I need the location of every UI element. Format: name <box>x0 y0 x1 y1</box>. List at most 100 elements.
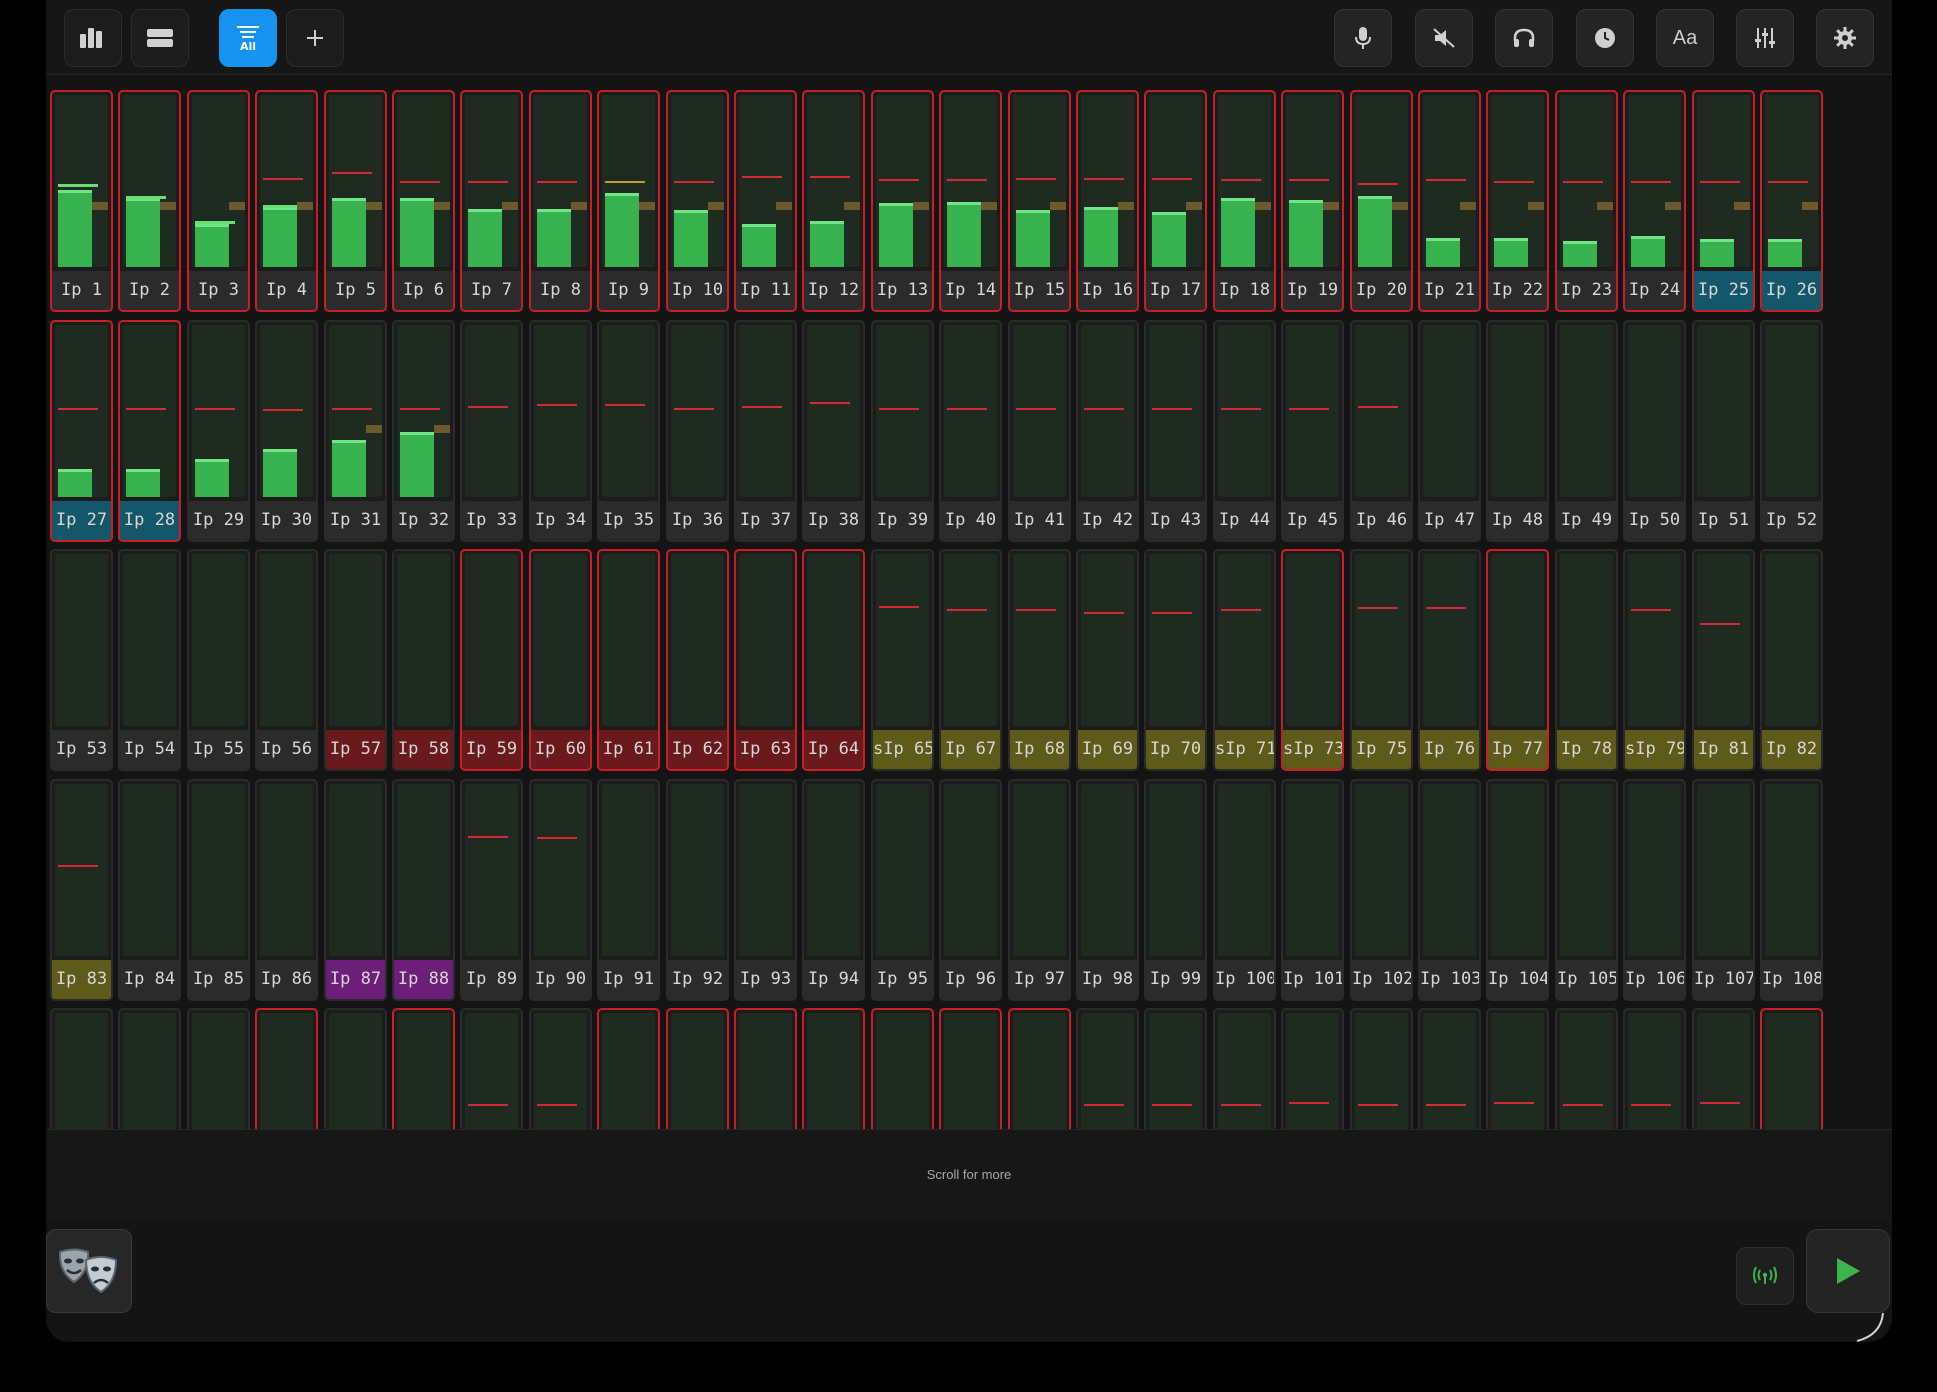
input-chip[interactable]: Ip 46 <box>1352 501 1411 540</box>
input-chip[interactable]: Ip 4 <box>257 271 316 310</box>
input-chip[interactable]: Ip 87 <box>326 960 385 999</box>
fader-track[interactable] <box>260 554 313 726</box>
fader-track[interactable] <box>123 554 176 726</box>
channel-strip[interactable]: 32Ip 32 <box>392 320 455 542</box>
input-chip[interactable]: Ip 7 <box>462 271 521 310</box>
input-chip[interactable]: Ip 3 <box>189 271 248 310</box>
channel-strip[interactable]: Ip 93 <box>734 779 797 1001</box>
input-chip[interactable]: Ip 88 <box>394 960 453 999</box>
fader-track[interactable] <box>1423 784 1476 956</box>
input-chip[interactable]: Ip 67 <box>941 730 1000 769</box>
fader-track[interactable] <box>1081 1013 1134 1129</box>
headphones-button[interactable] <box>1495 9 1553 67</box>
input-chip[interactable]: Ip 45 <box>1283 501 1342 540</box>
channel-strip[interactable]: ElysiumIp 9 <box>597 90 660 312</box>
channel-strip[interactable]: 2 <box>1486 1008 1549 1129</box>
fader-track[interactable] <box>1628 784 1681 956</box>
fader-track[interactable] <box>397 1013 450 1129</box>
channel-strip[interactable]: Ip 50 <box>1623 320 1686 542</box>
channel-strip[interactable]: Ip 94 <box>802 779 865 1001</box>
fader-track[interactable] <box>876 784 929 956</box>
channel-strip[interactable]: Ip 43 <box>1144 320 1207 542</box>
fader-track[interactable] <box>1013 325 1066 497</box>
channel-strip[interactable]: Ip 106 <box>1623 779 1686 1001</box>
channel-strip[interactable]: Ip 56 <box>255 549 318 771</box>
input-chip[interactable]: Ip 1 <box>52 271 111 310</box>
fader-track[interactable] <box>192 1013 245 1129</box>
input-chip[interactable]: Ip 61 <box>599 730 658 769</box>
layout-view-button[interactable] <box>131 9 189 67</box>
fader-track[interactable] <box>123 784 176 956</box>
channel-strip[interactable]: KiyomiIp 15 <box>1008 90 1071 312</box>
channel-strip[interactable]: QLAB 6Ip 62 <box>666 549 729 771</box>
channel-strip[interactable]: GraceIp 21 <box>1418 90 1481 312</box>
channel-strip[interactable]: LouellaIp 23 <box>1555 90 1618 312</box>
input-chip[interactable]: sIp 65 <box>873 730 932 769</box>
channel-strip[interactable]: Acc 1Ip 75 <box>1350 549 1413 771</box>
channel-strip[interactable]: AngelquIp 6 <box>392 90 455 312</box>
input-chip[interactable]: Ip 17 <box>1146 271 1205 310</box>
input-chip[interactable]: Ip 103 <box>1420 960 1479 999</box>
channel-strip[interactable]: Ip 108 <box>1760 779 1823 1001</box>
channel-strip[interactable]: Ip 39 <box>871 320 934 542</box>
settings-button[interactable] <box>1816 9 1874 67</box>
input-chip[interactable]: Ip 6 <box>394 271 453 310</box>
channel-strip[interactable]: Ip 48 <box>1486 320 1549 542</box>
channel-strip[interactable]: KateIp 14 <box>939 90 1002 312</box>
scroll-area[interactable]: Scroll for more <box>46 1129 1892 1223</box>
channel-strip[interactable]: EmersonIp 17 <box>1144 90 1207 312</box>
channel-strip[interactable]: TTBIp 88 <box>392 779 455 1001</box>
channel-strip[interactable]: HarrisonIp 19 <box>1281 90 1344 312</box>
channel-strip[interactable]: Ip 45 <box>1281 320 1344 542</box>
fader-track[interactable] <box>465 1013 518 1129</box>
fader-track[interactable] <box>1560 554 1613 726</box>
channel-strip[interactable]: Ip 91 <box>597 779 660 1001</box>
fader-track[interactable] <box>1218 325 1271 497</box>
fader-track[interactable] <box>1149 784 1202 956</box>
input-chip[interactable]: Ip 36 <box>668 501 727 540</box>
channel-strip[interactable]: ClickIp 87 <box>324 779 387 1001</box>
fader-track[interactable] <box>260 1013 313 1129</box>
input-chip[interactable]: Ip 48 <box>1488 501 1547 540</box>
channel-strip[interactable]: Ip 99 <box>1144 779 1207 1001</box>
fader-track[interactable] <box>1560 1013 1613 1129</box>
input-chip[interactable]: Ip 39 <box>873 501 932 540</box>
input-chip[interactable]: Ip 19 <box>1283 271 1342 310</box>
channel-strip[interactable]: Acc 2Ip 76 <box>1418 549 1481 771</box>
fader-track[interactable] <box>534 784 587 956</box>
filter-all-button[interactable]: All <box>219 9 277 67</box>
fader-track[interactable] <box>1491 1013 1544 1129</box>
fader-track[interactable] <box>602 1013 655 1129</box>
input-chip[interactable]: Ip 101 <box>1283 960 1342 999</box>
channel-strip[interactable]: Ip 46 <box>1350 320 1413 542</box>
input-chip[interactable]: Ip 98 <box>1078 960 1137 999</box>
channel-strip[interactable]: Ip 38 <box>802 320 865 542</box>
channel-strip[interactable]: FlynnIp 7 <box>460 90 523 312</box>
input-chip[interactable]: Ip 30 <box>257 501 316 540</box>
fader-track[interactable] <box>1013 784 1066 956</box>
input-chip[interactable]: Ip 104 <box>1488 960 1547 999</box>
fader-track[interactable] <box>55 1013 108 1129</box>
fader-track[interactable] <box>944 325 997 497</box>
input-chip[interactable]: Ip 95 <box>873 960 932 999</box>
channel-strip[interactable]: Ip 33 <box>460 320 523 542</box>
resize-handle-icon[interactable] <box>1851 1309 1887 1342</box>
input-chip[interactable]: Ip 75 <box>1352 730 1411 769</box>
live-button[interactable] <box>1736 1247 1794 1305</box>
channel-strip[interactable]: Ip 51 <box>1692 320 1755 542</box>
fader-track[interactable] <box>55 554 108 726</box>
channel-strip[interactable]: TasmanIp 18 <box>1213 90 1276 312</box>
input-chip[interactable]: Ip 89 <box>462 960 521 999</box>
fader-track[interactable] <box>1149 1013 1202 1129</box>
fader-track[interactable] <box>534 1013 587 1129</box>
channel-strip[interactable] <box>1760 1008 1823 1129</box>
channel-strip[interactable]: ViolinIp 81 <box>1692 549 1755 771</box>
input-chip[interactable]: Ip 21 <box>1420 271 1479 310</box>
fader-track[interactable] <box>1081 784 1134 956</box>
channel-strip[interactable]: ShiloIp 5 <box>324 90 387 312</box>
fader-track[interactable] <box>1491 325 1544 497</box>
fader-track[interactable] <box>1697 784 1750 956</box>
input-chip[interactable]: sIp 79 <box>1625 730 1684 769</box>
input-chip[interactable]: Ip 41 <box>1010 501 1069 540</box>
mute-button[interactable] <box>1415 9 1473 67</box>
